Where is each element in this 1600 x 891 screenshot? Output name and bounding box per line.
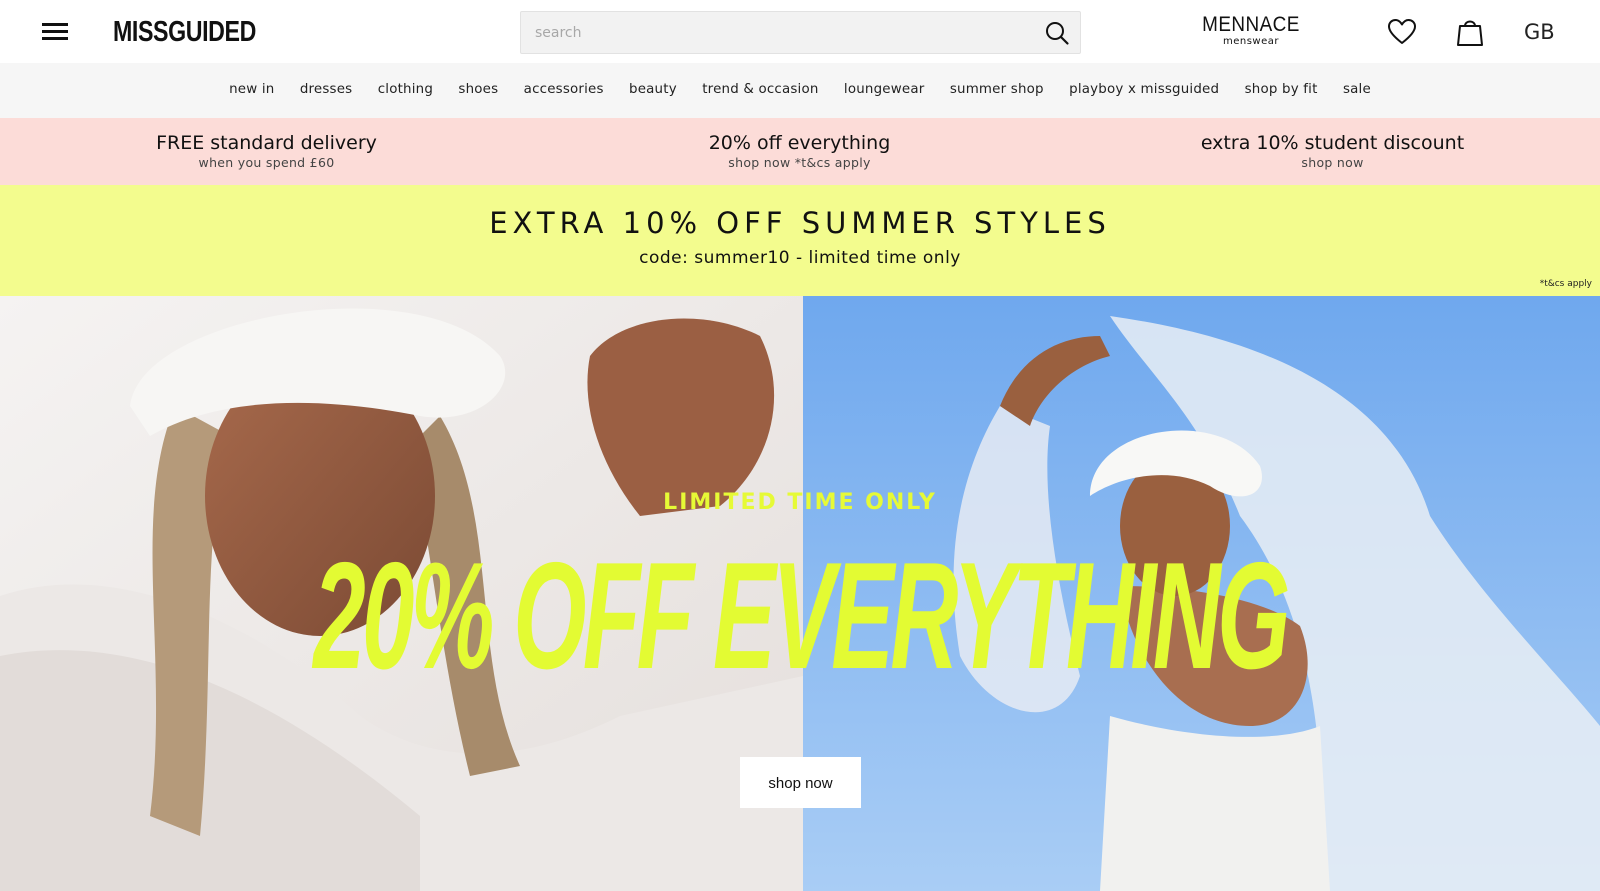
promo-subtitle: when you spend £60 [198,155,335,170]
promo-title: FREE standard delivery [156,132,377,154]
heart-icon[interactable] [1387,17,1417,47]
mennace-link[interactable]: MENNACE menswear [1196,14,1306,47]
category-nav: new in dresses clothing shoes accessorie… [0,63,1600,118]
terms-note: *t&cs apply [1539,279,1592,289]
summer-headline: EXTRA 10% OFF SUMMER STYLES [489,206,1111,240]
nav-item-trend-occasion[interactable]: trend & occasion [702,81,818,99]
summer-banner[interactable]: EXTRA 10% OFF SUMMER STYLES code: summer… [0,185,1600,296]
promo-strip: FREE standard delivery when you spend £6… [0,118,1600,185]
nav-item-loungewear[interactable]: loungewear [844,81,925,99]
nav-item-beauty[interactable]: beauty [629,81,677,99]
nav-item-shop-by-fit[interactable]: shop by fit [1245,81,1318,99]
nav-item-playboy[interactable]: playboy x missguided [1069,81,1219,99]
promo-title: 20% off everything [708,132,891,154]
hero-banner[interactable]: LIMITED TIME ONLY 20% OFF EVERYTHING sho… [0,296,1600,891]
mennace-logo: MENNACE [1202,13,1300,36]
nav-item-dresses[interactable]: dresses [300,81,353,99]
nav-item-new-in[interactable]: new in [229,81,274,99]
promo-student[interactable]: extra 10% student discount shop now [1066,132,1599,171]
promo-title: extra 10% student discount [1200,132,1465,154]
search-input[interactable] [533,12,1023,53]
promo-subtitle: shop now *t&cs apply [728,155,871,170]
site-header: MISSGUIDED MENNACE menswear GB [0,0,1600,63]
mennace-sublabel: menswear [1222,36,1279,47]
country-selector[interactable]: GB [1524,19,1555,45]
bag-icon[interactable] [1455,17,1485,47]
summer-code: code: summer10 - limited time only [639,248,961,268]
promo-subtitle: shop now [1301,155,1364,170]
search-bar [520,11,1081,54]
nav-item-clothing[interactable]: clothing [378,81,433,99]
promo-delivery[interactable]: FREE standard delivery when you spend £6… [0,132,533,171]
nav-item-summer-shop[interactable]: summer shop [950,81,1044,99]
nav-item-accessories[interactable]: accessories [524,81,604,99]
promo-discount[interactable]: 20% off everything shop now *t&cs apply [533,132,1066,171]
shop-now-button[interactable]: shop now [740,757,861,808]
hero-kicker: LIMITED TIME ONLY [663,490,937,515]
search-icon[interactable] [1044,20,1070,46]
nav-item-shoes[interactable]: shoes [458,81,498,99]
hero-headline: 20% OFF EVERYTHING [313,531,1290,701]
nav-item-sale[interactable]: sale [1343,81,1371,99]
menu-icon[interactable] [40,21,70,43]
site-logo[interactable]: MISSGUIDED [113,14,256,50]
